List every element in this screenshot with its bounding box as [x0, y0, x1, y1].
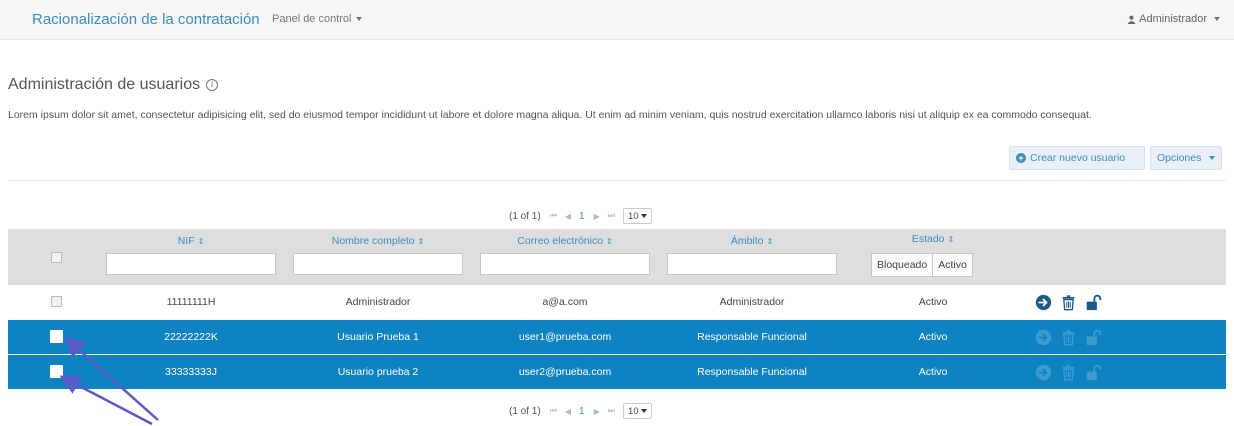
- table-row[interactable]: 33333333J Usuario prueba 2 user2@prueba.…: [8, 355, 1226, 389]
- paginator-top: (1 of 1) ⏮ ◀ 1 ▶ ⏭ 10: [0, 205, 1234, 225]
- sort-icon: ⇕: [766, 237, 774, 246]
- ambito-filter-input[interactable]: [667, 253, 837, 275]
- cell-estado: Activo: [918, 331, 948, 343]
- trash-icon[interactable]: [1060, 364, 1077, 381]
- table-row[interactable]: 22222222K Usuario Prueba 1 user1@prueba.…: [8, 320, 1226, 354]
- paginator-summary: (1 of 1): [509, 210, 541, 222]
- column-header-correo[interactable]: Correo electrónico ⇕: [480, 235, 650, 247]
- cell-nif: 11111111H: [166, 296, 216, 308]
- create-user-label: Crear nuevo usuario: [1030, 152, 1126, 164]
- cell-estado: Activo: [918, 296, 948, 308]
- row-actions: [1035, 285, 1102, 319]
- cell-nombre: Usuario Prueba 1: [337, 331, 419, 343]
- select-all-checkbox[interactable]: [51, 252, 62, 263]
- column-header-ambito[interactable]: Ámbito ⇕: [667, 235, 837, 247]
- nombre-filter-input[interactable]: [293, 253, 463, 275]
- sort-icon: ⇕: [606, 237, 613, 246]
- options-button[interactable]: Opciones: [1150, 146, 1222, 170]
- arrow-circle-right-icon[interactable]: [1035, 294, 1052, 311]
- cell-correo: a@a.com: [542, 296, 588, 308]
- unlock-icon[interactable]: [1085, 294, 1102, 311]
- dropdown-arrow-icon: [640, 409, 647, 413]
- chevron-down-icon: [355, 17, 362, 22]
- info-circle-icon[interactable]: i: [206, 79, 219, 91]
- cell-correo: user2@prueba.com: [518, 366, 612, 378]
- estado-filter: Bloqueado Activo: [871, 253, 973, 277]
- rows-per-page-select[interactable]: 10: [622, 403, 652, 419]
- unlock-icon[interactable]: [1085, 364, 1102, 381]
- paginator-bottom: (1 of 1) ⏮ ◀ 1 ▶ ⏭ 10: [0, 400, 1234, 420]
- column-header-nif[interactable]: NIF ⇕: [106, 235, 276, 247]
- cell-nombre: Usuario prueba 2: [337, 366, 419, 378]
- cell-ambito: Responsable Funcional: [697, 331, 807, 343]
- user-menu[interactable]: Administrador: [1127, 13, 1220, 25]
- row-checkbox[interactable]: [50, 365, 63, 378]
- sort-icon: ⇕: [197, 237, 205, 246]
- row-checkbox[interactable]: [51, 296, 62, 307]
- cell-ambito: Responsable Funcional: [697, 366, 807, 378]
- control-panel-label: Panel de control: [272, 13, 352, 25]
- arrow-circle-right-icon[interactable]: [1035, 364, 1052, 381]
- column-header-nif-label: NIF: [177, 235, 195, 247]
- cell-nombre: Administrador: [345, 296, 411, 308]
- rows-per-page-select[interactable]: 10: [622, 208, 652, 224]
- rows-per-page-value: 10: [627, 210, 639, 222]
- row-checkbox[interactable]: [50, 330, 63, 343]
- chevron-down-icon: [1209, 156, 1216, 160]
- nif-filter-input[interactable]: [106, 253, 276, 275]
- prev-page-button[interactable]: ◀: [565, 212, 571, 221]
- estado-filter-blocked[interactable]: Bloqueado: [871, 253, 934, 277]
- column-header-correo-label: Correo electrónico: [517, 235, 604, 247]
- cell-nif: 33333333J: [165, 366, 217, 378]
- arrow-circle-right-icon[interactable]: [1035, 329, 1052, 346]
- column-header-ambito-label: Ámbito: [730, 235, 764, 247]
- table-header: NIF ⇕ Nombre completo ⇕ Correo electróni…: [8, 229, 1226, 285]
- top-navbar: Racionalización de la contratación Panel…: [0, 0, 1234, 40]
- last-page-button[interactable]: ⏭: [608, 211, 615, 221]
- app-brand[interactable]: Racionalización de la contratación: [32, 11, 260, 28]
- row-actions: [1035, 355, 1102, 389]
- rows-per-page-value: 10: [627, 405, 639, 417]
- sort-icon: ⇕: [947, 235, 955, 244]
- column-header-estado-label: Estado: [911, 233, 945, 245]
- first-page-button[interactable]: ⏮: [550, 406, 557, 416]
- trash-icon[interactable]: [1060, 294, 1077, 311]
- page-title: Administración de usuarios i: [8, 76, 219, 94]
- user-menu-label: Administrador: [1139, 13, 1207, 25]
- cell-ambito: Administrador: [719, 296, 785, 308]
- correo-filter-input[interactable]: [480, 253, 650, 275]
- page-description: Lorem ipsum dolor sit amet, consectetur …: [8, 109, 1092, 121]
- next-page-button[interactable]: ▶: [594, 407, 600, 416]
- row-actions: [1035, 320, 1102, 354]
- last-page-button[interactable]: ⏭: [608, 406, 615, 416]
- column-header-estado[interactable]: Estado ⇕: [871, 233, 995, 245]
- user-icon: [1127, 15, 1136, 24]
- column-header-nombre[interactable]: Nombre completo ⇕: [293, 235, 463, 247]
- page-number[interactable]: 1: [579, 211, 585, 222]
- create-user-button[interactable]: + Crear nuevo usuario: [1009, 146, 1145, 170]
- control-panel-menu[interactable]: Panel de control: [272, 13, 362, 25]
- table-row[interactable]: 11111111H Administrador a@a.com Administ…: [8, 285, 1226, 319]
- cell-estado: Activo: [918, 366, 948, 378]
- cell-nif: 22222222K: [164, 331, 218, 343]
- column-header-nombre-label: Nombre completo: [331, 235, 415, 247]
- dropdown-arrow-icon: [640, 214, 647, 218]
- trash-icon[interactable]: [1060, 329, 1077, 346]
- sort-icon: ⇕: [417, 237, 425, 246]
- options-label: Opciones: [1157, 152, 1202, 164]
- unlock-icon[interactable]: [1085, 329, 1102, 346]
- next-page-button[interactable]: ▶: [594, 212, 600, 221]
- first-page-button[interactable]: ⏮: [550, 211, 557, 221]
- prev-page-button[interactable]: ◀: [565, 407, 571, 416]
- cell-correo: user1@prueba.com: [518, 331, 612, 343]
- paginator-summary: (1 of 1): [509, 405, 541, 417]
- plus-circle-icon: +: [1016, 153, 1026, 163]
- page-number[interactable]: 1: [579, 406, 585, 417]
- chevron-down-icon: [1214, 17, 1220, 21]
- estado-filter-active[interactable]: Activo: [933, 253, 973, 277]
- page-title-text: Administración de usuarios: [8, 76, 201, 93]
- divider: [8, 180, 1226, 181]
